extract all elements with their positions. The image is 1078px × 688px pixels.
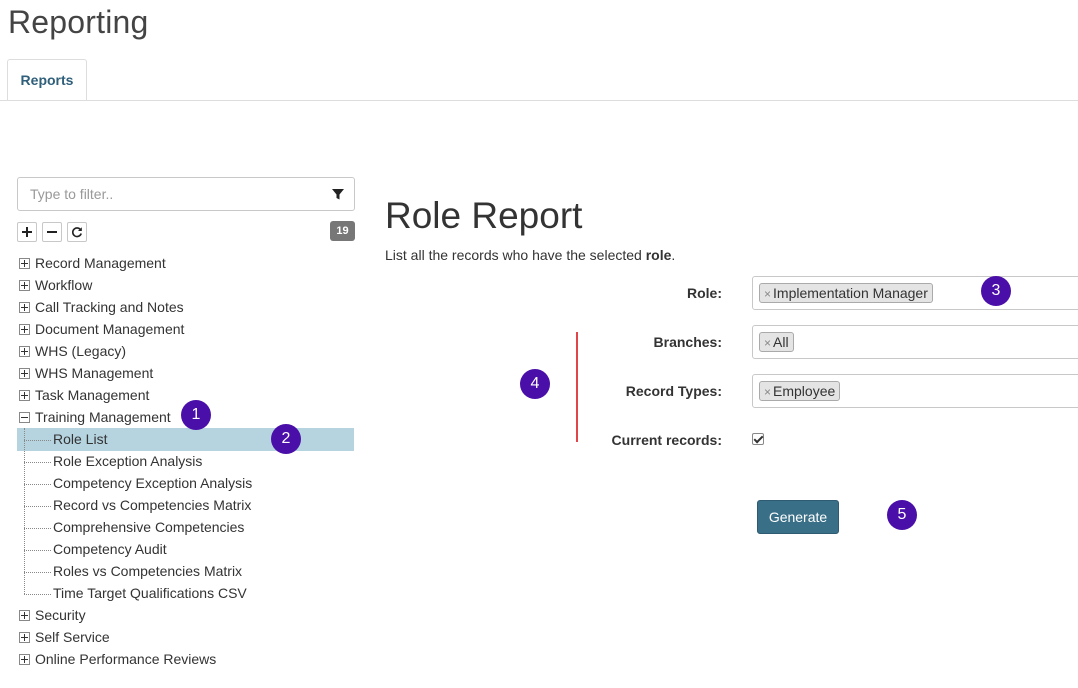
tree-connector xyxy=(24,440,51,441)
tree-connector xyxy=(24,594,51,595)
callout-marker: 2 xyxy=(271,424,301,454)
minus-icon xyxy=(47,231,57,233)
role-select[interactable]: × Implementation Manager xyxy=(752,276,1078,310)
report-description: List all the records who have the select… xyxy=(385,247,675,263)
tree-item-record-management[interactable]: Record Management xyxy=(35,252,166,274)
tree-item-competency-audit[interactable]: Competency Audit xyxy=(53,538,167,560)
record-types-chip: × Employee xyxy=(759,381,841,401)
expand-toggle-icon[interactable] xyxy=(19,368,30,379)
tree-item-whs-legacy[interactable]: WHS (Legacy) xyxy=(35,340,126,362)
expand-toggle-icon[interactable] xyxy=(19,632,30,643)
chip-label: Implementation Manager xyxy=(773,285,928,301)
description-keyword: role xyxy=(645,247,672,263)
role-label: Role: xyxy=(687,285,722,301)
tree-item-comprehensive-competencies[interactable]: Comprehensive Competencies xyxy=(53,516,244,538)
expand-toggle-icon[interactable] xyxy=(19,280,30,291)
remove-chip-icon[interactable]: × xyxy=(764,336,771,350)
tree-item-training-management[interactable]: Training Management xyxy=(35,406,171,428)
callout-marker: 4 xyxy=(520,369,550,399)
page-title: Reporting xyxy=(8,4,149,40)
branches-chip: × All xyxy=(759,332,794,352)
tree-item-record-vs-competencies-matrix[interactable]: Record vs Competencies Matrix xyxy=(53,494,251,516)
tree-item-role-exception-analysis[interactable]: Role Exception Analysis xyxy=(53,450,202,472)
description-suffix: . xyxy=(671,247,676,263)
refresh-icon xyxy=(71,227,82,238)
filter-input[interactable] xyxy=(18,178,330,210)
tree-connector xyxy=(24,506,51,507)
tree-item-self-service[interactable]: Self Service xyxy=(35,626,110,648)
tabs-divider xyxy=(0,100,1078,101)
tree-item-workflow[interactable]: Workflow xyxy=(35,274,92,296)
collapse-toggle-icon[interactable] xyxy=(19,412,30,423)
expand-toggle-icon[interactable] xyxy=(19,390,30,401)
chip-label: Employee xyxy=(773,383,836,399)
remove-chip-icon[interactable]: × xyxy=(764,287,771,301)
current-records-checkbox[interactable] xyxy=(752,433,764,445)
role-chip: × Implementation Manager xyxy=(759,283,933,303)
tree-item-time-target-qualifications-csv[interactable]: Time Target Qualifications CSV xyxy=(53,582,247,604)
filter-box[interactable] xyxy=(17,177,355,211)
tree-connector xyxy=(24,550,51,551)
count-badge: 19 xyxy=(330,221,355,241)
tree-item-task-management[interactable]: Task Management xyxy=(35,384,149,406)
record-types-select[interactable]: × Employee xyxy=(752,374,1078,408)
tree-item-security[interactable]: Security xyxy=(35,604,86,626)
remove-chip-icon[interactable]: × xyxy=(764,385,771,399)
tree-item-online-performance-reviews[interactable]: Online Performance Reviews xyxy=(35,648,216,670)
expand-toggle-icon[interactable] xyxy=(19,654,30,665)
callout-marker: 3 xyxy=(981,276,1011,306)
tree-connector xyxy=(24,572,51,573)
tree-connector xyxy=(24,484,51,485)
branches-select[interactable]: × All xyxy=(752,325,1078,359)
filter-icon[interactable] xyxy=(331,187,345,201)
tree-item-role-list[interactable]: Role List xyxy=(53,428,107,450)
branches-label: Branches: xyxy=(653,334,722,350)
refresh-button[interactable] xyxy=(67,222,87,242)
chip-label: All xyxy=(773,334,789,350)
expand-toggle-icon[interactable] xyxy=(19,302,30,313)
tree-item-call-tracking[interactable]: Call Tracking and Notes xyxy=(35,296,184,318)
report-title: Role Report xyxy=(385,195,583,236)
tree-item-roles-vs-competencies-matrix[interactable]: Roles vs Competencies Matrix xyxy=(53,560,242,582)
expand-toggle-icon[interactable] xyxy=(19,324,30,335)
tree-item-competency-exception-analysis[interactable]: Competency Exception Analysis xyxy=(53,472,252,494)
tree-connector xyxy=(24,462,51,463)
record-types-label: Record Types: xyxy=(625,383,722,399)
tree-item-document-management[interactable]: Document Management xyxy=(35,318,184,340)
tab-reports[interactable]: Reports xyxy=(7,59,87,101)
expand-toggle-icon[interactable] xyxy=(19,346,30,357)
callout-marker: 5 xyxy=(887,500,917,530)
generate-button[interactable]: Generate xyxy=(757,500,839,534)
plus-icon xyxy=(22,227,32,237)
expand-all-button[interactable] xyxy=(17,222,37,242)
tree-connector xyxy=(24,528,51,529)
current-records-label: Current records: xyxy=(611,432,722,448)
expand-toggle-icon[interactable] xyxy=(19,610,30,621)
tree-connector-line xyxy=(24,428,25,594)
tree-item-whs-management[interactable]: WHS Management xyxy=(35,362,153,384)
description-text: List all the records who have the select… xyxy=(385,247,646,263)
callout-marker: 1 xyxy=(181,400,211,430)
collapse-all-button[interactable] xyxy=(42,222,62,242)
expand-toggle-icon[interactable] xyxy=(19,258,30,269)
